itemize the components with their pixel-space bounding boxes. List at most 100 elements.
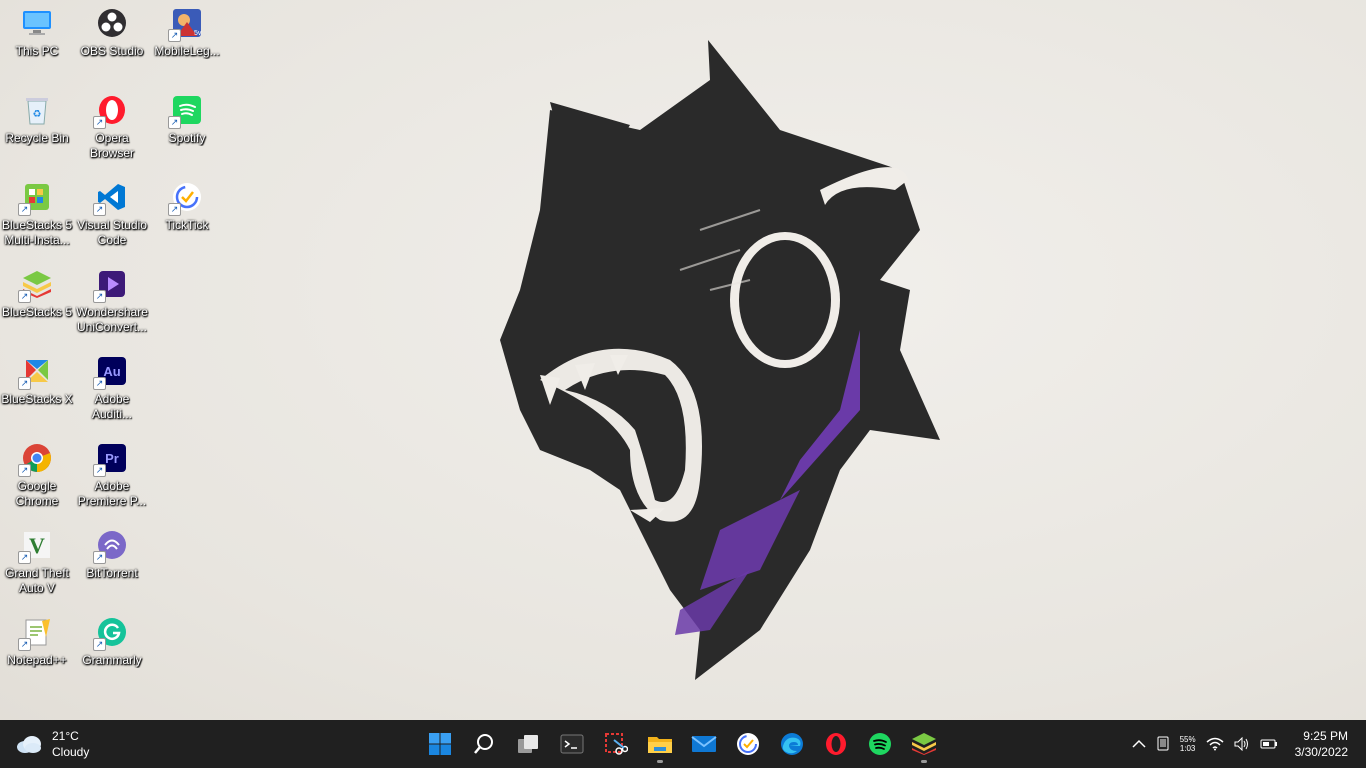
desktop-icon-label: BitTorrent <box>86 566 138 580</box>
ticktick-icon: ↗ <box>168 180 204 216</box>
mobile-legends-icon: 5v5 ↗ <box>168 6 204 42</box>
search-icon <box>474 734 493 754</box>
desktop-icon-bluestacks-5[interactable]: ↗ BlueStacks 5 <box>0 261 74 347</box>
bluestacks-icon: ↗ <box>18 267 54 303</box>
desktop-icon-label: BlueStacks X <box>1 392 73 406</box>
desktop-icon-adobe-audition[interactable]: Au ↗ Adobe Auditi... <box>75 348 149 434</box>
desktop-icon-label: Recycle Bin <box>5 131 69 145</box>
desktop-icon-obs-studio[interactable]: OBS Studio <box>75 0 149 86</box>
desktop-icon-recycle-bin[interactable]: ♻ Recycle Bin <box>0 87 74 173</box>
speaker-icon <box>1234 737 1248 751</box>
cloud-icon <box>17 736 41 753</box>
clock-date: 3/30/2022 <box>1294 745 1348 759</box>
vscode-icon: ↗ <box>93 180 129 216</box>
ticktick-button[interactable] <box>728 724 768 764</box>
edge-button[interactable] <box>772 724 812 764</box>
desktop-icon-spotify[interactable]: ↗ Spotify <box>150 87 224 173</box>
desktop-icon-label: Adobe Auditi... <box>91 392 133 421</box>
battery-icon <box>1260 739 1277 749</box>
terminal-button[interactable] <box>552 724 592 764</box>
svg-text:V: V <box>29 533 45 558</box>
running-indicator <box>921 760 927 763</box>
desktop-icon-bittorrent[interactable]: ↗ BitTorrent <box>75 522 149 608</box>
folder-icon <box>648 737 672 753</box>
desktop-icon-opera[interactable]: ↗ Opera Browser <box>75 87 149 173</box>
mail-button[interactable] <box>684 724 724 764</box>
spotify-icon <box>869 733 891 755</box>
battery-status[interactable]: 55% 1:03 <box>1180 735 1196 753</box>
premiere-icon: Pr ↗ <box>93 441 129 477</box>
battery-time: 1:03 <box>1179 744 1196 753</box>
desktop-icon-label: Grand Theft Auto V <box>5 566 69 595</box>
desktop-icon-grammarly[interactable]: ↗ Grammarly <box>75 609 149 695</box>
desktop-icon-adobe-premiere[interactable]: Pr ↗ Adobe Premiere P... <box>75 435 149 521</box>
shortcut-arrow-icon: ↗ <box>18 290 31 303</box>
desktop-icon-label: Spotify <box>168 131 206 145</box>
svg-text:Pr: Pr <box>105 451 119 466</box>
snipping-tool-button[interactable] <box>596 724 636 764</box>
grammarly-icon: ↗ <box>93 615 129 651</box>
desktop-icon-uniconverter[interactable]: ↗ Wondershare UniConvert... <box>75 261 149 347</box>
bluestacks-multi-icon: ↗ <box>18 180 54 216</box>
bluestacks-x-icon: ↗ <box>18 354 54 390</box>
shortcut-arrow-icon: ↗ <box>168 116 181 129</box>
shortcut-arrow-icon: ↗ <box>18 638 31 651</box>
notepadpp-icon: ↗ <box>18 615 54 651</box>
desktop-icon-label: Opera Browser <box>89 131 134 160</box>
svg-text:♻: ♻ <box>33 109 42 120</box>
search-button[interactable] <box>464 724 504 764</box>
running-indicator <box>657 760 663 763</box>
show-hidden-icons-button[interactable] <box>1132 739 1146 749</box>
bluestacks-button[interactable] <box>904 724 944 764</box>
bluestacks-icon <box>912 733 936 755</box>
spotify-icon: ↗ <box>168 93 204 129</box>
audition-icon: Au ↗ <box>93 354 129 390</box>
desktop-icon-label: Google Chrome <box>15 479 59 508</box>
desktop-icon-google-chrome[interactable]: ↗ Google Chrome <box>0 435 74 521</box>
desktop[interactable]: This PC ♻ Recycle Bin ↗ BlueStacks 5 Mul… <box>0 0 1366 720</box>
desktop-icon-mobile-legends[interactable]: 5v5 ↗ MobileLeg... <box>150 0 224 86</box>
weather-widget[interactable]: 21°C Cloudy <box>16 728 136 760</box>
desktop-icon-vscode[interactable]: ↗ Visual Studio Code <box>75 174 149 260</box>
tray-app-button[interactable] <box>1156 736 1170 752</box>
desktop-icon-notepad-plus-plus[interactable]: ↗ Notepad++ <box>0 609 74 695</box>
windows-start-icon <box>429 733 451 755</box>
desktop-icon-this-pc[interactable]: This PC <box>0 0 74 86</box>
desktop-icon-label: TickTick <box>165 218 209 232</box>
desktop-icon-ticktick[interactable]: ↗ TickTick <box>150 174 224 260</box>
wallpaper-monstercat-logo <box>500 40 940 680</box>
desktop-icon-label: Notepad++ <box>7 653 67 667</box>
computer-icon <box>20 6 54 40</box>
shortcut-arrow-icon: ↗ <box>93 203 106 216</box>
shortcut-arrow-icon: ↗ <box>93 464 106 477</box>
task-view-icon <box>518 735 538 753</box>
shortcut-arrow-icon: ↗ <box>168 203 181 216</box>
battery-button[interactable] <box>1260 738 1278 750</box>
weather-temperature: 21°C <box>52 729 79 743</box>
chrome-icon: ↗ <box>18 441 54 477</box>
ticktick-icon <box>737 733 759 755</box>
desktop-icon-label: OBS Studio <box>80 44 144 58</box>
shortcut-arrow-icon: ↗ <box>93 551 106 564</box>
opera-icon: ↗ <box>93 93 129 129</box>
desktop-icon-gta-v[interactable]: V ↗ Grand Theft Auto V <box>0 522 74 608</box>
task-view-button[interactable] <box>508 724 548 764</box>
file-explorer-button[interactable] <box>640 724 680 764</box>
desktop-icon-bluestacks-multi[interactable]: ↗ BlueStacks 5 Multi-Insta... <box>0 174 74 260</box>
shortcut-arrow-icon: ↗ <box>168 29 181 42</box>
start-button[interactable] <box>420 724 460 764</box>
desktop-icon-label: Wondershare UniConvert... <box>76 305 148 334</box>
taskbar: 21°C Cloudy 55% 1:03 9:25 PM 3/30/2022 <box>0 720 1366 768</box>
desktop-icon-label: BlueStacks 5 Multi-Insta... <box>1 218 73 247</box>
volume-button[interactable] <box>1234 737 1250 751</box>
chevron-up-icon <box>1132 739 1146 748</box>
clock[interactable]: 9:25 PM 3/30/2022 <box>1295 728 1348 760</box>
clock-time: 9:25 PM <box>1303 729 1348 743</box>
spotify-button[interactable] <box>860 724 900 764</box>
desktop-icon-bluestacks-x[interactable]: ↗ BlueStacks X <box>0 348 74 434</box>
bittorrent-icon: ↗ <box>93 528 129 564</box>
opera-button[interactable] <box>816 724 856 764</box>
system-tray: 55% 1:03 9:25 PM 3/30/2022 <box>1127 720 1366 768</box>
wifi-button[interactable] <box>1206 737 1224 751</box>
mail-icon <box>691 736 717 752</box>
